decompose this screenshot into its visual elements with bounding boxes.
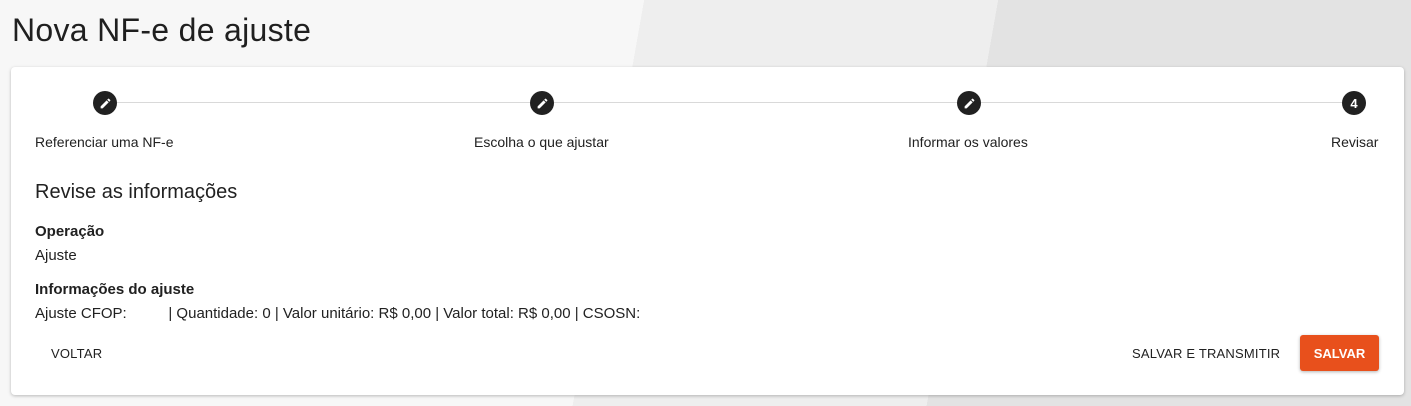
review-section-title: Revise as informações <box>35 181 238 203</box>
step-1-circle[interactable] <box>93 91 117 115</box>
informacoes-ajuste-value: Ajuste CFOP: | Quantidade: 0 | Valor uni… <box>35 305 641 322</box>
review-card: 4 Referenciar uma NF-e Escolha o que aju… <box>11 67 1404 395</box>
step-connector <box>117 102 530 103</box>
step-label-escolha: Escolha o que ajustar <box>474 134 609 150</box>
salvar-transmitir-button[interactable]: SALVAR E TRANSMITIR <box>1132 346 1280 361</box>
step-label-informar: Informar os valores <box>908 134 1028 150</box>
operacao-label: Operação <box>35 223 105 240</box>
step-connector <box>981 102 1342 103</box>
step-label-revisar: Revisar <box>1331 134 1379 150</box>
step-2-circle[interactable] <box>530 91 554 115</box>
operacao-value: Ajuste <box>35 247 77 264</box>
step-connector <box>554 102 957 103</box>
pencil-icon <box>100 98 110 108</box>
salvar-button[interactable]: SALVAR <box>1300 335 1379 371</box>
step-3-circle[interactable] <box>957 91 981 115</box>
step-4-circle: 4 <box>1342 91 1366 115</box>
step-label-referenciar: Referenciar uma NF-e <box>35 134 174 150</box>
pencil-icon <box>964 98 974 108</box>
page-title: Nova NF-e de ajuste <box>12 12 312 48</box>
stepper: 4 Referenciar uma NF-e Escolha o que aju… <box>11 67 1404 167</box>
step-number: 4 <box>1350 95 1358 111</box>
pencil-icon <box>537 98 547 108</box>
voltar-button[interactable]: VOLTAR <box>51 346 102 361</box>
informacoes-ajuste-label: Informações do ajuste <box>35 281 195 298</box>
